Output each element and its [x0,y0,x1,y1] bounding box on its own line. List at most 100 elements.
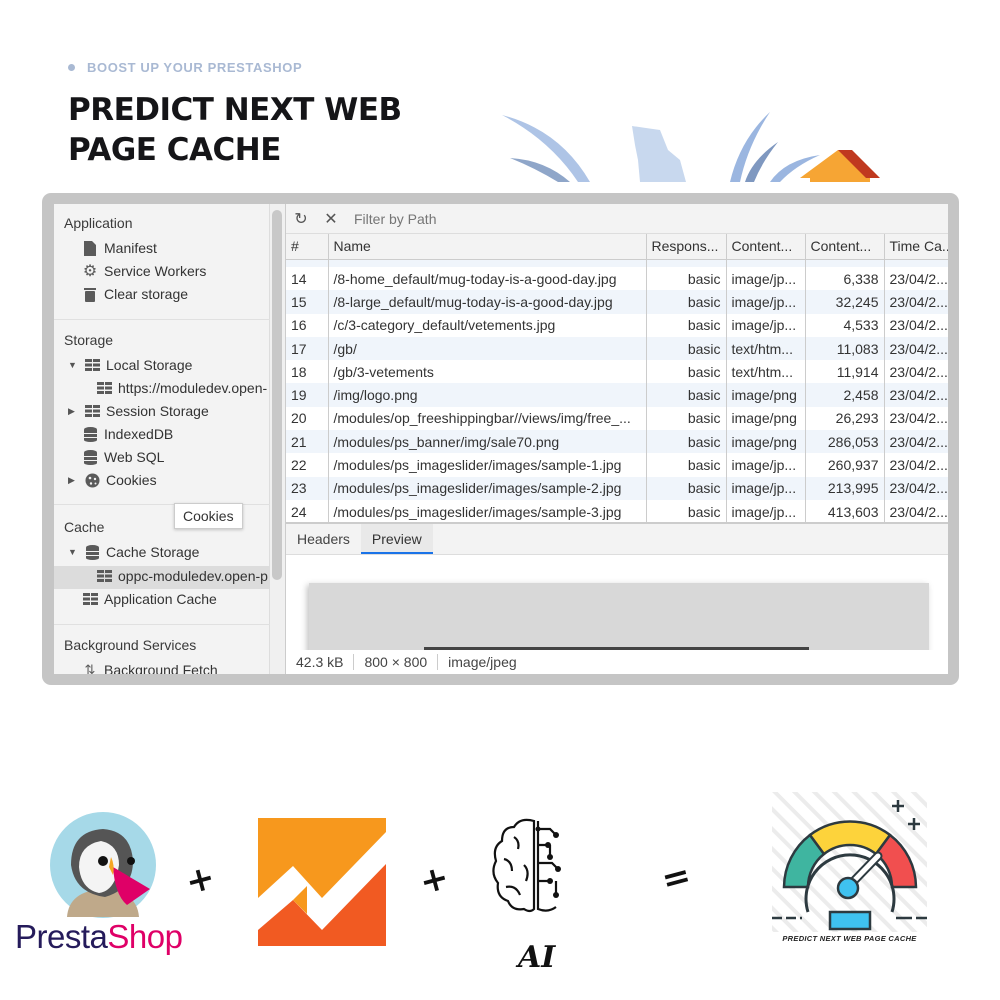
database-icon [82,449,98,465]
preview-area [286,556,948,650]
sidebar-item-cookies[interactable]: ▶ Cookies [68,472,157,488]
sidebar-item-service-workers[interactable]: ⚙ Service Workers [82,263,207,280]
decorative-leaves-illustration [502,112,880,182]
cell-response-type: basic [646,453,727,477]
divider [54,624,270,625]
expand-triangle-icon[interactable]: ▼ [68,360,78,370]
cell-content-type: image/jp... [726,499,806,524]
table-row[interactable]: 15/8-large_default/mug-today-is-a-good-d… [286,290,948,314]
cache-storage-panel: ↻ ✕ # Name Respons... Content... Content… [286,204,948,674]
leaf-icon [510,158,570,182]
devtools-window-frame: Application Manifest ⚙ Service Workers C… [42,193,959,685]
filter-input[interactable] [354,210,854,227]
column-header-content-length[interactable]: Content... [805,234,885,260]
cell-response-type: basic [646,383,727,407]
sidebar-item-session-storage[interactable]: ▶ Session Storage [68,403,209,419]
expand-triangle-icon[interactable]: ▼ [68,547,78,557]
trash-icon [82,286,98,302]
table-row[interactable]: 23/modules/ps_imageslider/images/sample-… [286,476,948,500]
table-row[interactable]: 21/modules/ps_banner/img/sale70.png basic… [286,430,948,454]
eyebrow: BOOST UP YOUR PRESTASHOP [68,60,302,75]
cell-time-cached: 23/04/2... [884,476,948,500]
cell-content-length: 26,293 [805,406,885,431]
sidebar-item-manifest[interactable]: Manifest [82,240,157,256]
cell-response-type: basic [646,360,727,384]
cell-name: /modules/ps_imageslider/images/sample-2.… [328,476,647,500]
sidebar-item-label: Manifest [104,240,157,256]
cell-content-type: image/png [726,430,806,454]
column-header-time-cached[interactable]: Time Ca... [884,234,948,260]
cell-content-length: 32,245 [805,290,885,314]
cell-time-cached: 23/04/2... [884,267,948,291]
section-background-services: Background Services [64,637,197,653]
cell-name: /modules/ps_imageslider/images/sample-1.… [328,453,647,477]
sidebar-item-label: https://moduledev.open- [118,380,268,396]
cell-time-cached: 23/04/2... [884,383,948,407]
sidebar-item-cache-storage[interactable]: ▼ Cache Storage [68,544,199,560]
cell-number: 20 [286,406,329,431]
cell-response-type: basic [646,406,727,431]
cell-number: 15 [286,290,329,314]
cell-response-type: basic [646,476,727,500]
tab-headers[interactable]: Headers [286,524,361,554]
table-row[interactable]: 24/modules/ps_imageslider/images/sample-… [286,499,948,524]
cache-entries-table: # Name Respons... Content... Content... … [286,234,948,524]
cell-response-type: basic [646,336,727,361]
plus-sign: + [415,856,454,904]
table-header-row: # Name Respons... Content... Content... … [286,234,948,260]
sidebar-item-indexeddb[interactable]: IndexedDB [82,426,173,442]
sidebar-scrollbar[interactable] [272,210,282,580]
gauge-caption: PREDICT NEXT WEB PAGE CACHE [782,934,917,943]
sidebar-item-background-fetch[interactable]: ⇅ Background Fetch [82,662,218,674]
column-header-name[interactable]: Name [328,234,647,260]
bullet-dot [68,64,75,71]
table-row[interactable]: 19/img/logo.png basic image/png 2,458 23/04/… [286,383,948,407]
ai-label: AI [518,940,556,975]
sidebar-item-label: Application Cache [104,591,217,607]
column-header-response-type[interactable]: Respons... [646,234,727,260]
leaf-icon [632,126,686,182]
sidebar-item-label: Session Storage [106,403,209,419]
divider [54,319,270,320]
sidebar-item-application-cache[interactable]: Application Cache [82,591,217,607]
cell-number: 23 [286,476,329,500]
table-row[interactable]: 14/8-home_default/mug-today-is-a-good-da… [286,267,948,291]
equals-sign: = [657,854,696,902]
sidebar-item-label: Service Workers [104,263,207,279]
table-row[interactable]: 17/gb/basic text/htm... 11,083 23/04/2... [286,336,948,361]
table-row[interactable]: 22/modules/ps_imageslider/images/sample-… [286,453,948,477]
tab-preview[interactable]: Preview [360,524,433,554]
sidebar-item-label: Background Fetch [104,662,218,674]
cell-response-type: basic [646,290,727,314]
column-header-number[interactable]: # [286,234,329,260]
speed-gauge-icon [772,792,927,932]
cell-content-length: 6,338 [805,267,885,291]
table-row[interactable]: 18/gb/3-vetements basic text/htm... 11,914 2… [286,360,948,384]
column-header-content-type[interactable]: Content... [726,234,806,260]
tooltip: Cookies [174,503,243,529]
google-analytics-logo [258,818,386,946]
roof-base [810,178,870,182]
grid-icon [96,568,112,584]
expand-triangle-icon[interactable]: ▶ [68,406,78,417]
table-row[interactable]: 16/c/3-category_default/vetements.jpg bas… [286,313,948,337]
cell-time-cached: 23/04/2... [884,360,948,384]
sidebar-item-web-sql[interactable]: Web SQL [82,449,164,465]
sidebar-item-cache-entry[interactable]: oppc-moduledev.open-p [96,568,268,584]
title-line-1: PREDICT NEXT WEB [68,92,402,128]
cell-time-cached: 23/04/2... [884,406,948,431]
sidebar-item-clear-storage[interactable]: Clear storage [82,286,188,302]
cell-name: /c/3-category_default/vetements.jpg [328,313,647,337]
table-row-partial [286,259,948,267]
refresh-icon[interactable]: ↻ [286,204,316,234]
cell-name: /8-home_default/mug-today-is-a-good-day.… [328,267,647,291]
sidebar-item-local-storage[interactable]: ▼ Local Storage [68,357,192,373]
close-icon[interactable]: ✕ [316,204,346,234]
table-row[interactable]: 20/modules/op_freeshippingbar//views/img… [286,406,948,431]
database-icon [82,426,98,442]
grid-icon [84,357,100,373]
cell-name: /modules/ps_banner/img/sale70.png [328,430,647,454]
sidebar-item-local-storage-origin[interactable]: https://moduledev.open- [96,380,267,396]
cell-name: /modules/op_freeshippingbar//views/img/f… [328,406,647,431]
expand-triangle-icon[interactable]: ▶ [68,475,78,486]
